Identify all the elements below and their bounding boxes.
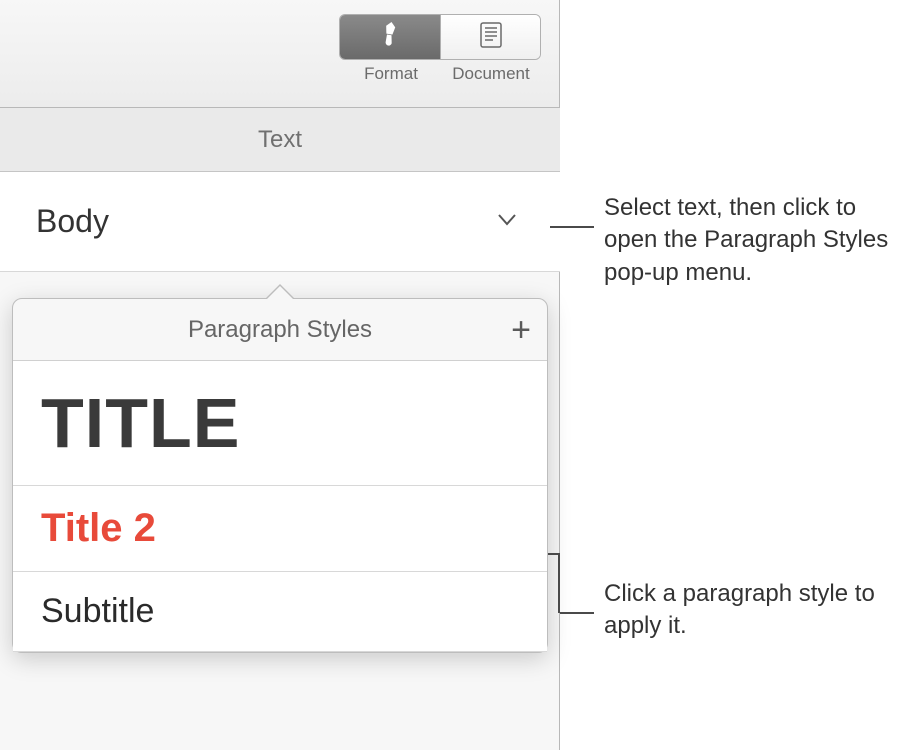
text-tab-header[interactable]: Text	[0, 108, 560, 172]
paragraph-style-list: TITLE Title 2 Subtitle	[13, 361, 547, 652]
style-item-title[interactable]: TITLE	[13, 361, 547, 486]
toolbar: Format Document	[0, 0, 559, 108]
paragraph-style-selector[interactable]: Body	[0, 172, 560, 272]
style-label: TITLE	[41, 381, 519, 465]
callout-leader-line	[560, 612, 594, 614]
toolbar-labels: Format Document	[341, 64, 541, 84]
callout-text: Click a paragraph style to apply it.	[604, 578, 904, 643]
popover-header: Paragraph Styles +	[13, 299, 547, 361]
popover-title: Paragraph Styles	[188, 316, 372, 344]
format-label: Format	[341, 64, 441, 84]
callout-text: Select text, then click to open the Para…	[604, 192, 904, 289]
style-item-title2[interactable]: Title 2	[13, 486, 547, 572]
add-style-button[interactable]: +	[511, 313, 531, 347]
style-item-subtitle[interactable]: Subtitle	[13, 572, 547, 652]
callout-leader-line	[550, 226, 594, 228]
inspector-panel: Format Document Text Body Paragraph Styl…	[0, 0, 560, 750]
document-button[interactable]	[440, 15, 540, 59]
document-label: Document	[441, 64, 541, 84]
format-button[interactable]	[340, 15, 440, 59]
callout-leader-line	[558, 553, 560, 613]
toolbar-segmented-control	[339, 14, 541, 60]
current-style-label: Body	[36, 203, 498, 240]
text-tab-label: Text	[258, 126, 302, 154]
document-icon	[480, 22, 502, 53]
paintbrush-icon	[377, 22, 403, 53]
style-label: Subtitle	[41, 592, 519, 631]
paragraph-styles-popover: Paragraph Styles + TITLE Title 2 Subtitl…	[12, 298, 548, 653]
style-label: Title 2	[41, 506, 519, 551]
chevron-down-icon	[498, 213, 516, 231]
